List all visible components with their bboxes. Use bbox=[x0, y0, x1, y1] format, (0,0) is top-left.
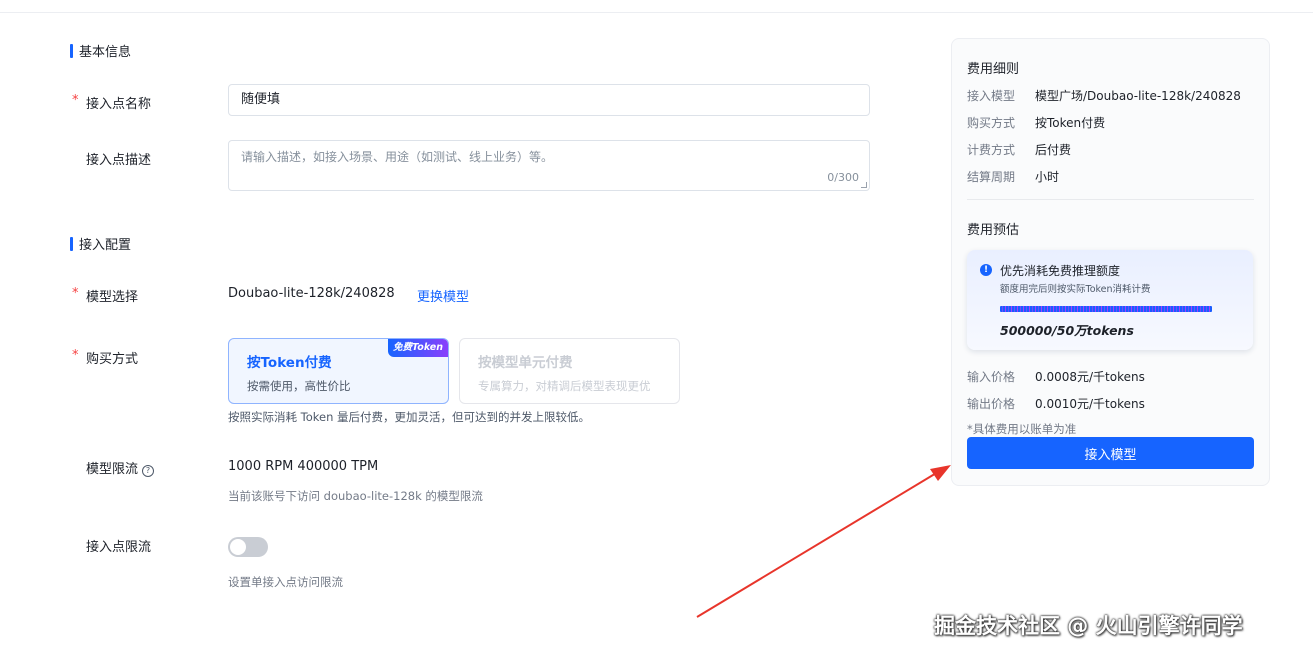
endpoint-name-value: 随便填 bbox=[241, 92, 281, 107]
fee-row-key: 购买方式 bbox=[967, 116, 1016, 130]
option-subtitle: 按需使用，高性价比 bbox=[247, 379, 351, 393]
fee-row-value: 小时 bbox=[1035, 170, 1060, 184]
toggle-knob bbox=[230, 539, 246, 555]
change-model-link[interactable]: 更换模型 bbox=[417, 286, 469, 305]
fee-panel: 费用细则 接入模型 模型广场/Doubao-lite-128k/240828 购… bbox=[951, 38, 1270, 486]
quota-progress-bar bbox=[1000, 306, 1212, 312]
option-title: 按模型单元付费 bbox=[478, 355, 573, 371]
fee-row-key: 计费方式 bbox=[967, 143, 1016, 157]
top-divider bbox=[0, 12, 1313, 13]
free-token-badge: 免费Token bbox=[388, 339, 448, 357]
fee-estimate-title: 费用预估 bbox=[967, 223, 1020, 238]
arrow-shaft bbox=[696, 471, 939, 618]
option-subtitle: 专属算力，对精调后模型表现更优 bbox=[478, 379, 651, 393]
purchase-option-token[interactable]: 按Token付费 按需使用，高性价比 免费Token bbox=[228, 338, 449, 404]
fee-row-value: 模型广场/Doubao-lite-128k/240828 bbox=[1035, 89, 1241, 103]
fee-details-title: 费用细则 bbox=[967, 62, 1020, 77]
arrow-head bbox=[930, 465, 951, 481]
help-circle-icon[interactable]: ? bbox=[142, 465, 155, 477]
fee-row-key: 接入模型 bbox=[967, 89, 1016, 103]
required-mark: * bbox=[72, 286, 79, 301]
required-mark: * bbox=[72, 93, 79, 108]
section-title-text: 接入配置 bbox=[79, 238, 132, 253]
rate-limit-label: 模型限流 bbox=[86, 462, 139, 477]
price-key: 输入价格 bbox=[967, 370, 1016, 384]
watermark-text: 掘金技术社区 @ 火山引擎许同学 bbox=[934, 614, 1243, 638]
quota-value: 500000/50万tokens bbox=[1000, 323, 1134, 338]
quota-subtitle: 额度用完后则按实际Token消耗计费 bbox=[1000, 284, 1151, 295]
purchase-method-label: 购买方式 bbox=[86, 352, 139, 367]
endpoint-limit-toggle[interactable] bbox=[228, 537, 268, 557]
purchase-option-model-unit[interactable]: 按模型单元付费 专属算力，对精调后模型表现更优 bbox=[459, 338, 680, 404]
fee-row-value: 后付费 bbox=[1035, 143, 1072, 157]
fee-row-value: 按Token付费 bbox=[1035, 116, 1106, 130]
free-quota-card: ! 优先消耗免费推理额度 额度用完后则按实际Token消耗计费 500000/5… bbox=[967, 250, 1253, 350]
endpoint-desc-placeholder: 请输入描述，如接入场景、用途（如测试、线上业务）等。 bbox=[241, 150, 554, 164]
fee-row-key: 结算周期 bbox=[967, 170, 1016, 184]
price-value: 0.0008元/千tokens bbox=[1035, 370, 1145, 384]
info-icon: ! bbox=[980, 264, 992, 276]
quota-title: 优先消耗免费推理额度 bbox=[1000, 264, 1121, 278]
rate-limit-label-wrap: 模型限流? bbox=[86, 458, 155, 477]
rate-limit-value: 1000 RPM 400000 TPM bbox=[228, 459, 379, 474]
endpoint-name-label: 接入点名称 bbox=[86, 97, 152, 112]
section-title-text: 基本信息 bbox=[79, 45, 132, 60]
panel-divider bbox=[967, 199, 1254, 200]
endpoint-limit-label: 接入点限流 bbox=[86, 540, 152, 555]
model-select-label: 模型选择 bbox=[86, 290, 139, 305]
connect-model-button[interactable]: 接入模型 bbox=[967, 437, 1254, 469]
required-mark: * bbox=[72, 348, 79, 363]
resize-handle[interactable] bbox=[861, 182, 867, 188]
rate-limit-hint: 当前该账号下访问 doubao-lite-128k 的模型限流 bbox=[228, 489, 483, 503]
purchase-hint: 按照实际消耗 Token 量后付费，更加灵活，但可达到的并发上限较低。 bbox=[228, 410, 591, 424]
price-value: 0.0010元/千tokens bbox=[1035, 397, 1145, 411]
section-endpoint-config: 接入配置 bbox=[70, 234, 131, 253]
billing-note: *具体费用以账单为准 bbox=[967, 422, 1077, 436]
char-counter: 0/300 bbox=[827, 171, 859, 184]
section-accent-bar bbox=[70, 236, 73, 251]
endpoint-desc-textarea[interactable]: 请输入描述，如接入场景、用途（如测试、线上业务）等。 0/300 bbox=[228, 140, 870, 191]
endpoint-limit-hint: 设置单接入点访问限流 bbox=[228, 575, 343, 589]
section-basic-info: 基本信息 bbox=[70, 41, 131, 60]
section-accent-bar bbox=[70, 43, 73, 58]
price-key: 输出价格 bbox=[967, 397, 1016, 411]
endpoint-desc-label: 接入点描述 bbox=[86, 153, 152, 168]
endpoint-name-input[interactable]: 随便填 bbox=[228, 84, 870, 116]
selected-model-value: Doubao-lite-128k/240828 bbox=[228, 286, 395, 301]
